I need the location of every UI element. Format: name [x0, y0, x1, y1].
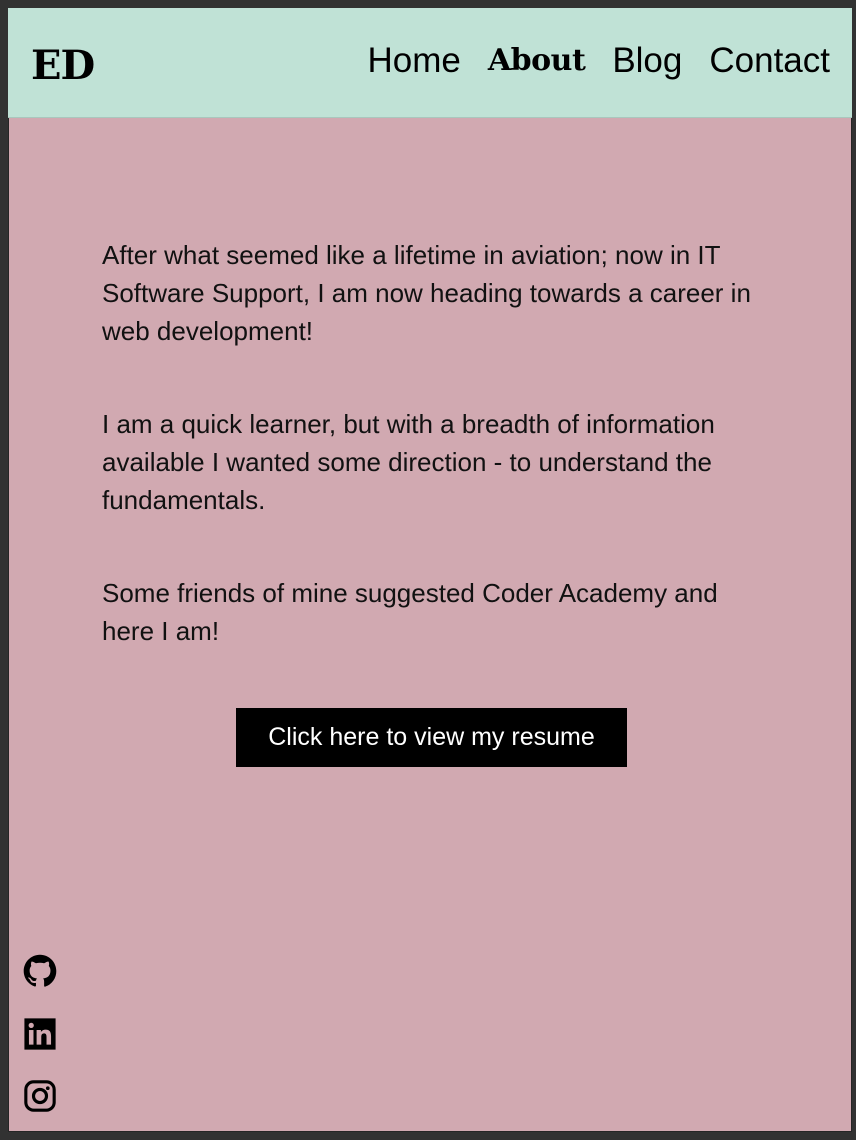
site-logo[interactable]: ED: [31, 38, 95, 94]
github-link[interactable]: [23, 954, 57, 988]
browser-viewport: ED Home About Blog Contact After what se…: [8, 8, 852, 1132]
instagram-link[interactable]: [23, 1079, 57, 1113]
nav-link-contact[interactable]: Contact: [709, 38, 830, 84]
nav-link-home[interactable]: Home: [368, 38, 461, 84]
view-resume-button[interactable]: Click here to view my resume: [236, 708, 627, 767]
nav-link-about[interactable]: About: [488, 38, 586, 84]
linkedin-link[interactable]: [23, 1017, 57, 1051]
linkedin-icon: [24, 1018, 56, 1050]
instagram-icon: [24, 1080, 56, 1112]
about-paragraph-2: I am a quick learner, but with a breadth…: [102, 409, 715, 515]
about-content: After what seemed like a lifetime in avi…: [102, 236, 762, 705]
about-paragraph-3: Some friends of mine suggested Coder Aca…: [102, 578, 718, 646]
main-nav: Home About Blog Contact: [368, 38, 831, 84]
site-header: ED Home About Blog Contact: [8, 8, 852, 118]
about-paragraph-1: After what seemed like a lifetime in avi…: [102, 240, 751, 346]
nav-link-blog[interactable]: Blog: [612, 38, 682, 84]
github-icon: [23, 954, 57, 987]
